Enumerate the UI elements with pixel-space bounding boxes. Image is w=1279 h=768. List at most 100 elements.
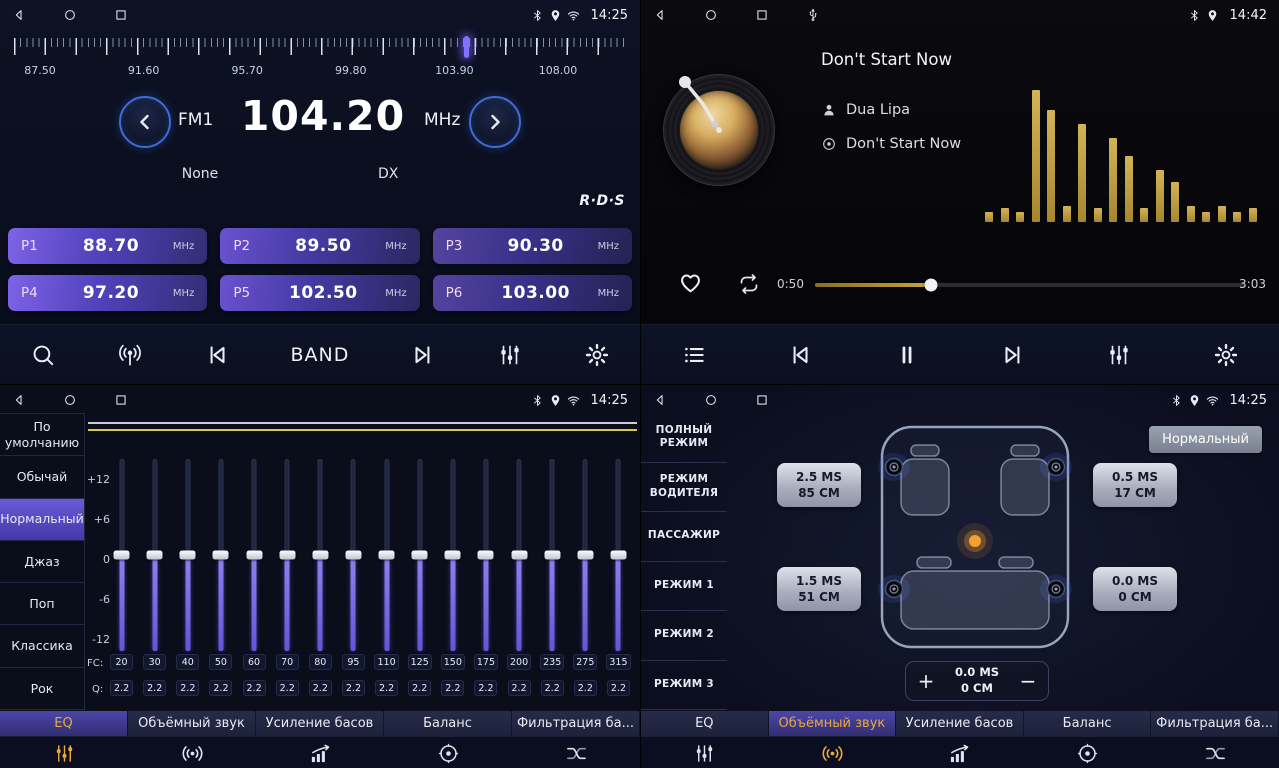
eq-slider-thumb[interactable] (379, 551, 395, 560)
previous-track-button[interactable] (787, 342, 813, 368)
eq-slider-thumb[interactable] (213, 551, 229, 560)
increase-delay-button[interactable]: + (906, 669, 946, 693)
eq-preset-item[interactable]: По умолчанию (0, 414, 84, 456)
tab-filter[interactable]: Фильтрация ба... (512, 711, 640, 736)
band-button[interactable]: BAND (291, 344, 350, 366)
tab-balance[interactable]: Баланс (1024, 711, 1152, 736)
recents-button[interactable] (755, 8, 769, 22)
eq-slider-thumb[interactable] (544, 551, 560, 560)
eq-band-slider[interactable] (271, 459, 304, 651)
radio-preset-p4[interactable]: P497.20MHz (8, 275, 207, 311)
surround-icon[interactable] (128, 737, 256, 768)
eq-band-slider[interactable] (602, 459, 635, 651)
bass-boost-icon[interactable] (256, 737, 384, 768)
equalizer-button[interactable] (497, 342, 523, 368)
back-button[interactable] (653, 393, 667, 407)
eq-slider-thumb[interactable] (246, 551, 262, 560)
decrease-delay-button[interactable]: − (1008, 669, 1048, 693)
tab-eq[interactable]: EQ (0, 711, 128, 736)
front-right-delay-button[interactable]: 0.5 MS 17 CM (1093, 463, 1177, 507)
eq-preset-item[interactable]: Поп (0, 583, 84, 625)
next-track-button[interactable] (1000, 342, 1026, 368)
album-art[interactable] (663, 74, 775, 186)
home-button[interactable] (704, 8, 718, 22)
recents-button[interactable] (114, 393, 128, 407)
sound-field-mode-item[interactable]: ПОЛНЫЙ РЕЖИМ (641, 413, 727, 463)
sound-field-mode-item[interactable]: РЕЖИМ 3 (641, 661, 727, 711)
eq-slider-thumb[interactable] (577, 551, 593, 560)
eq-slider-thumb[interactable] (114, 551, 130, 560)
radio-preset-p2[interactable]: P289.50MHz (220, 228, 419, 264)
eq-slider-thumb[interactable] (312, 551, 328, 560)
rear-left-delay-button[interactable]: 1.5 MS 51 CM (777, 567, 861, 611)
repeat-button[interactable] (737, 272, 761, 296)
eq-band-slider[interactable] (138, 459, 171, 651)
radio-preset-p6[interactable]: P6103.00MHz (433, 275, 632, 311)
tab-bass-boost[interactable]: Усиление басов (256, 711, 384, 736)
eq-preset-item[interactable]: Обычай (0, 456, 84, 498)
eq-band-slider[interactable] (436, 459, 469, 651)
eq-band-slider[interactable] (204, 459, 237, 651)
eq-preset-item[interactable]: Классика (0, 625, 84, 667)
seek-bar[interactable] (815, 283, 1245, 287)
radio-preset-p1[interactable]: P188.70MHz (8, 228, 207, 264)
eq-slider-thumb[interactable] (412, 551, 428, 560)
eq-slider-thumb[interactable] (180, 551, 196, 560)
settings-button[interactable] (1213, 342, 1239, 368)
sound-field-mode-item[interactable]: РЕЖИМ ВОДИТЕЛЯ (641, 463, 727, 513)
back-button[interactable] (12, 393, 26, 407)
eq-sliders-icon[interactable] (641, 737, 769, 768)
tab-eq[interactable]: EQ (641, 711, 769, 736)
sound-field-mode-item[interactable]: ПАССАЖИР (641, 512, 727, 562)
tab-surround[interactable]: Объёмный звук (769, 711, 897, 736)
eq-slider-thumb[interactable] (511, 551, 527, 560)
front-left-delay-button[interactable]: 2.5 MS 85 CM (777, 463, 861, 507)
tab-surround[interactable]: Объёмный звук (128, 711, 256, 736)
tab-filter[interactable]: Фильтрация ба... (1151, 711, 1279, 736)
home-button[interactable] (63, 393, 77, 407)
balance-icon[interactable] (384, 737, 512, 768)
sound-field-mode-item[interactable]: РЕЖИМ 1 (641, 562, 727, 612)
eq-band-slider[interactable] (238, 459, 271, 651)
seek-handle[interactable] (925, 279, 938, 292)
eq-band-slider[interactable] (569, 459, 602, 651)
eq-slider-thumb[interactable] (279, 551, 295, 560)
back-button[interactable] (653, 8, 667, 22)
filter-icon[interactable] (1151, 737, 1279, 768)
eq-slider-thumb[interactable] (610, 551, 626, 560)
eq-band-slider[interactable] (337, 459, 370, 651)
eq-slider-thumb[interactable] (147, 551, 163, 560)
balance-icon[interactable] (1024, 737, 1152, 768)
eq-band-slider[interactable] (503, 459, 536, 651)
bass-boost-icon[interactable] (896, 737, 1024, 768)
back-button[interactable] (12, 8, 26, 22)
eq-band-slider[interactable] (304, 459, 337, 651)
eq-slider-thumb[interactable] (445, 551, 461, 560)
pause-button[interactable] (894, 342, 920, 368)
radio-preset-p3[interactable]: P390.30MHz (433, 228, 632, 264)
eq-band-slider[interactable] (370, 459, 403, 651)
eq-sliders-icon[interactable] (0, 737, 128, 768)
radio-preset-p5[interactable]: P5102.50MHz (220, 275, 419, 311)
tab-bass-boost[interactable]: Усиление басов (896, 711, 1024, 736)
tune-down-button[interactable] (119, 96, 171, 148)
recents-button[interactable] (114, 8, 128, 22)
playlist-button[interactable] (681, 342, 707, 368)
stations-button[interactable] (117, 342, 143, 368)
settings-button[interactable] (584, 342, 610, 368)
eq-preset-item[interactable]: Рок (0, 668, 84, 710)
eq-band-slider[interactable] (469, 459, 502, 651)
sound-preset-button[interactable]: Нормальный (1149, 426, 1262, 453)
surround-icon[interactable] (769, 737, 897, 768)
home-button[interactable] (704, 393, 718, 407)
favorite-button[interactable] (677, 269, 704, 296)
eq-preset-item[interactable]: Нормальный (0, 499, 84, 541)
eq-band-slider[interactable] (171, 459, 204, 651)
sound-field-mode-item[interactable]: РЕЖИМ 2 (641, 611, 727, 661)
home-button[interactable] (63, 8, 77, 22)
eq-preset-item[interactable]: Джаз (0, 541, 84, 583)
previous-station-button[interactable] (204, 342, 230, 368)
eq-slider-thumb[interactable] (478, 551, 494, 560)
eq-band-slider[interactable] (403, 459, 436, 651)
filter-icon[interactable] (512, 737, 640, 768)
